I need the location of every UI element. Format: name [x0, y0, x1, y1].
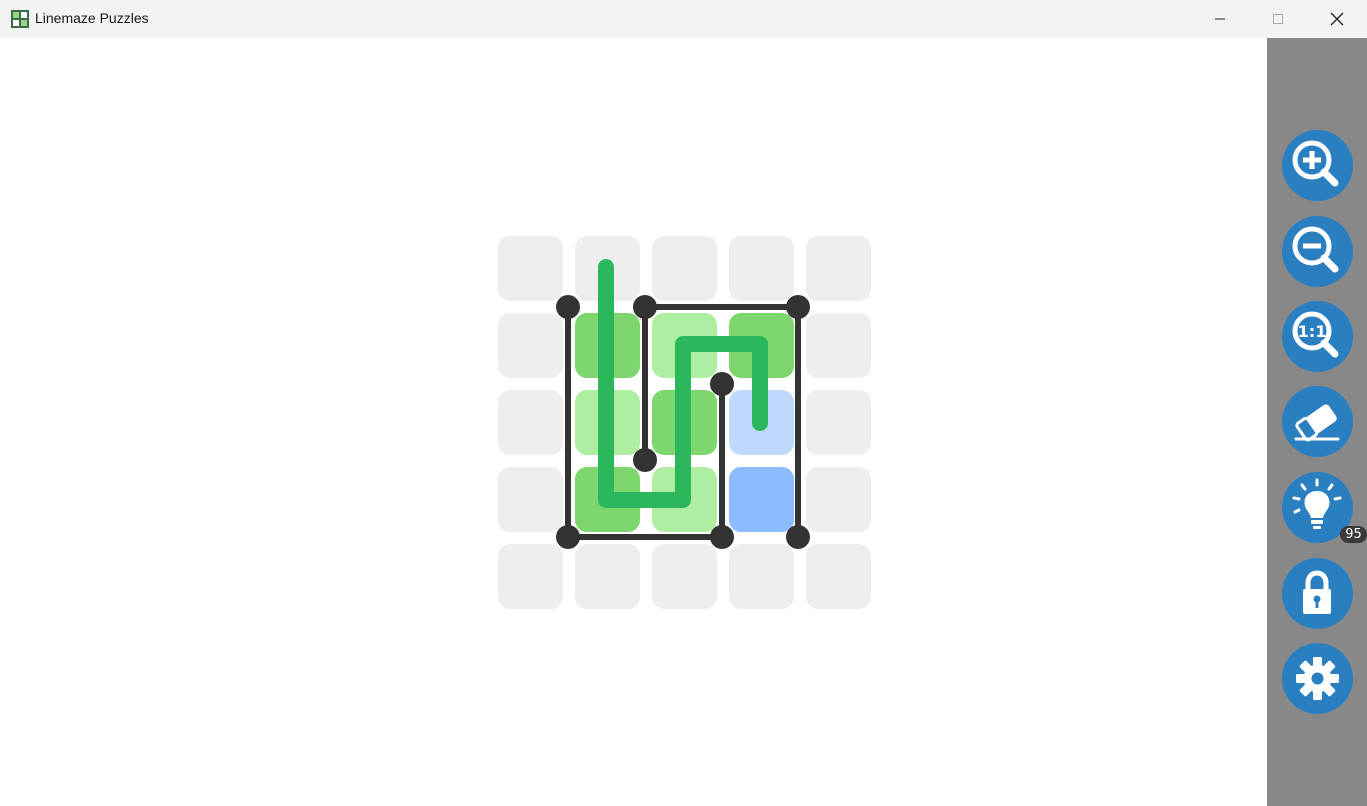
- wall-node: [786, 295, 810, 319]
- gear-tooth: [1313, 690, 1322, 700]
- puzzle-board[interactable]: [0, 38, 1267, 806]
- zoom-reset-label: 1:1: [1298, 322, 1327, 341]
- grid-cell[interactable]: [806, 236, 871, 301]
- grid-cell[interactable]: [729, 544, 794, 609]
- zoom-in-icon: [1292, 140, 1339, 187]
- close-button[interactable]: [1308, 0, 1366, 38]
- lock-icon: [1303, 570, 1331, 614]
- grid-cell[interactable]: [498, 467, 563, 532]
- hint-count-badge: 95: [1340, 526, 1367, 543]
- zoom-out-button[interactable]: [1282, 216, 1353, 287]
- wall-node: [556, 525, 580, 549]
- puzzle-area[interactable]: [0, 38, 1267, 806]
- wall-node: [786, 525, 810, 549]
- gear-icon: [1296, 657, 1339, 700]
- grid-cell[interactable]: [498, 544, 563, 609]
- maximize-button[interactable]: [1249, 0, 1307, 38]
- wall-node: [710, 372, 734, 396]
- eraser-button[interactable]: [1282, 386, 1353, 457]
- grid-cell[interactable]: [729, 236, 794, 301]
- app-icon: [11, 10, 29, 28]
- wall-node: [556, 295, 580, 319]
- grid-cell[interactable]: [498, 236, 563, 301]
- maximize-icon: [1273, 14, 1283, 24]
- grid-cell[interactable]: [729, 467, 794, 532]
- path-layer: [598, 259, 768, 508]
- title-bar: Linemaze Puzzles: [0, 0, 1367, 38]
- grid-cell[interactable]: [806, 467, 871, 532]
- hint-button[interactable]: 95: [1282, 472, 1367, 543]
- wall-node: [710, 525, 734, 549]
- grid-cell[interactable]: [652, 236, 717, 301]
- eraser-icon: [1294, 404, 1340, 442]
- lock-button[interactable]: [1282, 558, 1353, 629]
- grid-cell[interactable]: [498, 313, 563, 378]
- solution-path: [598, 259, 768, 508]
- gear-tooth: [1296, 674, 1306, 683]
- zoom-out-icon: [1292, 226, 1339, 273]
- zoom-reset-button[interactable]: 1:1: [1282, 301, 1353, 372]
- grid-cell[interactable]: [806, 544, 871, 609]
- grid-cell[interactable]: [498, 390, 563, 455]
- close-icon: [1330, 12, 1344, 26]
- grid-cell[interactable]: [575, 544, 640, 609]
- grid-cell[interactable]: [806, 313, 871, 378]
- gear-tooth: [1329, 674, 1339, 683]
- minimize-button[interactable]: [1191, 0, 1249, 38]
- zoom-reset-icon: 1:1: [1292, 311, 1339, 358]
- wall-node: [633, 448, 657, 472]
- minimize-icon: [1215, 18, 1225, 20]
- zoom-in-button[interactable]: [1282, 130, 1353, 201]
- grid-cell[interactable]: [806, 390, 871, 455]
- wall-node: [633, 295, 657, 319]
- grid-cell[interactable]: [652, 544, 717, 609]
- settings-button[interactable]: [1282, 643, 1353, 714]
- window-title: Linemaze Puzzles: [35, 10, 149, 26]
- toolbar-sidebar: 1:1 95: [1267, 38, 1367, 806]
- gear-tooth: [1313, 657, 1322, 667]
